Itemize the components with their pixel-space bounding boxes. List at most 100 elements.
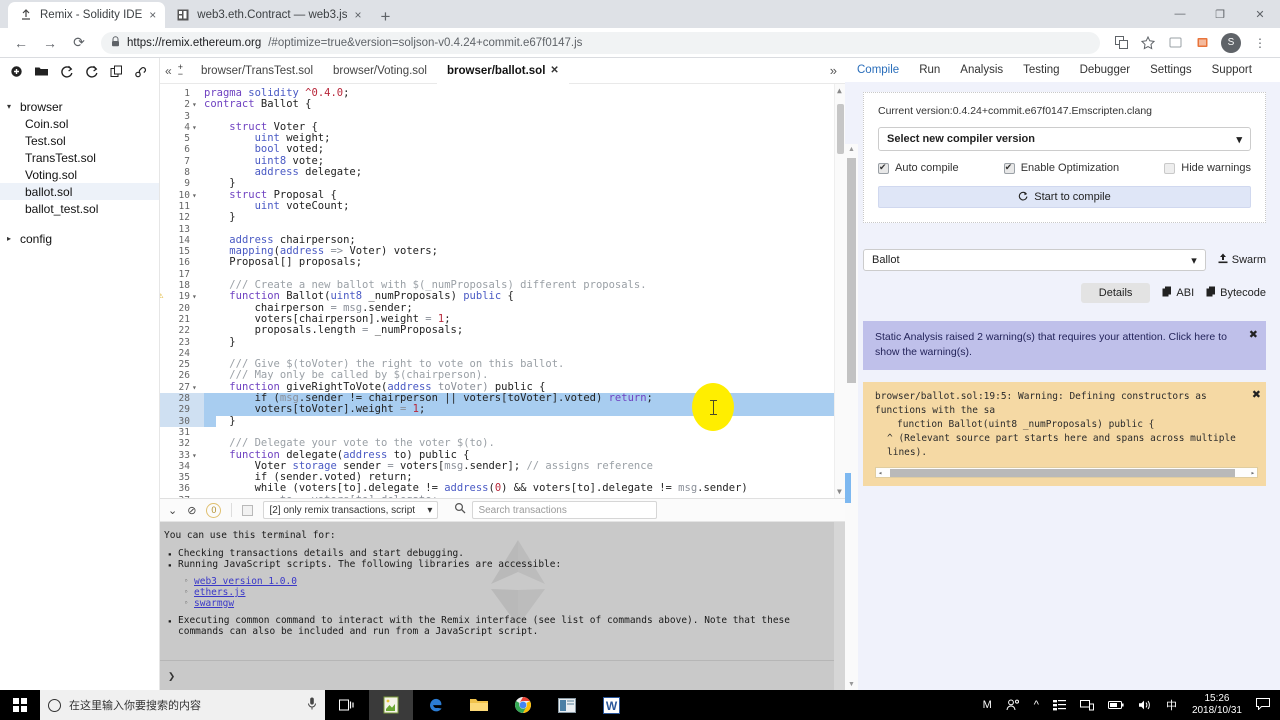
terminal-filter-select[interactable]: [2] only remix transactions, script ▾ — [263, 501, 439, 519]
minimize-button[interactable]: — — [1160, 0, 1200, 28]
fold-toggle-icon[interactable]: ▾ — [192, 291, 197, 302]
chevron-right-icon[interactable]: ▸ — [7, 234, 15, 243]
tab-support[interactable]: Support — [1202, 58, 1262, 82]
terminal-collapse-icon[interactable]: ⌄ — [168, 504, 177, 517]
editor-scrollbar[interactable]: ▲ ▼ — [834, 84, 845, 498]
tab-settings[interactable]: Settings — [1140, 58, 1202, 82]
browser-menu-button[interactable]: ⋮ — [1248, 31, 1272, 55]
open-folder-icon[interactable] — [29, 59, 54, 83]
close-icon[interactable]: ✖ — [1249, 328, 1258, 343]
notification-icon[interactable] — [1250, 697, 1280, 713]
edge-browser-icon[interactable] — [413, 690, 457, 720]
scroll-left-arrow-icon[interactable]: ◂ — [878, 466, 882, 480]
close-icon[interactable]: × — [354, 9, 361, 21]
tab-testing[interactable]: Testing — [1013, 58, 1069, 82]
code-line[interactable]: 29 voters[toVoter].weight = 1; — [160, 404, 845, 416]
browser-tab-1[interactable]: web3.eth.Contract — web3.js × — [165, 2, 371, 28]
create-file-icon[interactable] — [4, 59, 29, 83]
notepad-app-icon[interactable] — [369, 690, 413, 720]
bookmark-star-icon[interactable] — [1136, 31, 1160, 55]
file-item-ballot[interactable]: ballot.sol — [0, 183, 159, 200]
tab-run[interactable]: Run — [909, 58, 950, 82]
file-item-test[interactable]: Test.sol — [0, 132, 159, 149]
window-close-button[interactable]: ✕ — [1240, 0, 1280, 28]
back-button[interactable]: ← — [8, 30, 34, 56]
start-compile-button[interactable]: Start to compile — [878, 186, 1251, 208]
battery-icon[interactable] — [1101, 700, 1131, 710]
terminal-command-input[interactable]: ❯ — [160, 660, 845, 690]
code-line[interactable]: 22 proposals.length = _numProposals; — [160, 325, 845, 337]
terminal-link-ethers[interactable]: ethers.js — [194, 587, 245, 598]
file-item-coin[interactable]: Coin.sol — [0, 115, 159, 132]
translate-icon[interactable] — [1109, 31, 1133, 55]
code-line[interactable]: 16 Proposal[] proposals; — [160, 257, 845, 269]
puzzle-icon[interactable] — [1190, 31, 1214, 55]
bytecode-button[interactable]: Bytecode — [1206, 286, 1266, 300]
scroll-down-arrow-icon[interactable]: ▼ — [837, 487, 842, 496]
people-icon[interactable] — [999, 699, 1027, 711]
abi-button[interactable]: ABI — [1162, 286, 1194, 300]
code-editor[interactable]: 1 pragma solidity ^0.4.0; 2 ▾ contract Ballo… — [160, 84, 845, 498]
search-input[interactable]: Search transactions — [472, 501, 658, 519]
network-icon[interactable] — [1073, 699, 1101, 711]
code-line[interactable]: 8 address delegate; — [160, 166, 845, 178]
fold-toggle-icon[interactable]: ▾ — [192, 99, 197, 110]
terminal-filter-checkbox[interactable] — [242, 504, 254, 516]
fold-toggle-icon[interactable]: ▾ — [192, 190, 197, 201]
collapse-panel-icon[interactable]: « — [160, 64, 176, 78]
close-icon[interactable]: ✕ — [550, 65, 558, 76]
terminal-link-swarmgw[interactable]: swarmgw — [194, 598, 234, 609]
tab-analysis[interactable]: Analysis — [950, 58, 1013, 82]
word-app-icon[interactable]: W — [589, 690, 633, 720]
enable-optimization-checkbox[interactable] — [1003, 162, 1015, 174]
scrollbar-thumb[interactable] — [890, 468, 1235, 477]
compiler-version-select[interactable]: Select new compiler version ▾ — [878, 127, 1251, 151]
scrollbar-thumb[interactable] — [847, 158, 856, 383]
auto-compile-checkbox[interactable] — [878, 162, 889, 174]
static-analysis-alert[interactable]: Static Analysis raised 2 warning(s) that… — [863, 321, 1266, 370]
tray-m-icon[interactable]: M — [976, 699, 999, 711]
chevron-up-icon[interactable]: ^ — [1027, 699, 1046, 711]
taskbar-clock[interactable]: 15:26 2018/10/31 — [1184, 693, 1250, 717]
swarm-button[interactable]: Swarm — [1218, 253, 1266, 267]
enable-optimization-option[interactable]: Enable Optimization — [1003, 162, 1119, 174]
new-tab-button[interactable]: + — [371, 8, 401, 28]
scroll-up-arrow-icon[interactable]: ▲ — [837, 86, 842, 95]
tree-group-browser[interactable]: ▾ browser — [0, 98, 159, 115]
close-icon[interactable]: × — [149, 9, 156, 21]
font-size-controls[interactable]: + − — [176, 62, 191, 78]
chevron-down-icon[interactable]: ▾ — [7, 102, 15, 111]
forward-button[interactable]: → — [37, 30, 63, 56]
fold-toggle-icon[interactable]: ▾ — [192, 382, 197, 393]
task-view-icon[interactable] — [325, 690, 369, 720]
close-icon[interactable]: ✖ — [1252, 388, 1261, 402]
taskbar-search-input[interactable]: 在这里输入你要搜索的内容 — [40, 690, 325, 720]
hide-warnings-checkbox[interactable] — [1164, 162, 1176, 174]
scroll-up-arrow-icon[interactable]: ▲ — [848, 146, 855, 153]
code-line[interactable]: 12 } — [160, 212, 845, 224]
address-bar[interactable]: https://remix.ethereum.org /#optimize=tru… — [101, 31, 1100, 54]
tab-debugger[interactable]: Debugger — [1070, 58, 1141, 82]
right-panel-scrollbar[interactable]: ▲ ▼ — [845, 144, 858, 690]
contract-select[interactable]: Ballot ▾ — [863, 249, 1206, 271]
tab-compile[interactable]: Compile — [847, 58, 909, 82]
search-icon[interactable] — [454, 501, 466, 519]
code-line[interactable]: 30 } — [160, 415, 845, 427]
font-decrease-button[interactable]: − — [178, 69, 183, 78]
avatar[interactable]: S — [1221, 32, 1241, 53]
publish-gist-icon[interactable] — [54, 59, 79, 83]
warning-horizontal-scrollbar[interactable]: ◂ ▸ — [875, 467, 1258, 478]
editor-tab-ballot[interactable]: browser/ballot.sol ✕ — [436, 57, 569, 84]
copy-instance-icon[interactable] — [104, 59, 129, 83]
scrollbar-thumb[interactable] — [837, 104, 844, 154]
fold-toggle-icon[interactable]: ▾ — [192, 122, 197, 133]
list-icon[interactable] — [1046, 699, 1073, 711]
scroll-down-arrow-icon[interactable]: ▼ — [848, 681, 855, 688]
microphone-icon[interactable] — [307, 697, 317, 713]
hide-warnings-option[interactable]: Hide warnings — [1164, 162, 1251, 174]
chrome-browser-icon[interactable] — [501, 690, 545, 720]
details-button[interactable]: Details — [1080, 283, 1151, 303]
browser-tab-0[interactable]: Remix - Solidity IDE × — [8, 2, 166, 28]
code-line[interactable]: 2 ▾ contract Ballot { — [160, 99, 845, 111]
copy-gist-icon[interactable] — [79, 59, 104, 83]
